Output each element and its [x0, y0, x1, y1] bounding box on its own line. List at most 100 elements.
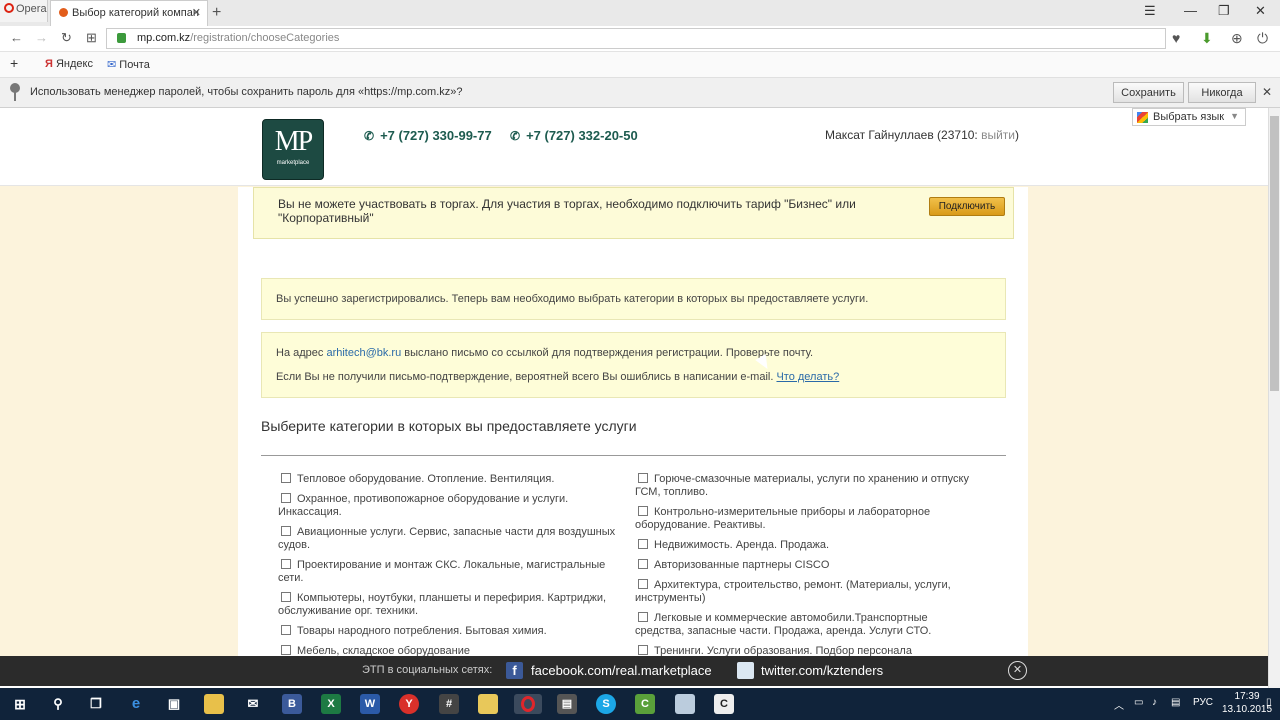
category-item[interactable]: Недвижимость. Аренда. Продажа.	[635, 539, 980, 552]
logout-link[interactable]: выйти	[981, 128, 1015, 142]
skype-icon[interactable]: S	[596, 694, 616, 714]
opera-icon[interactable]	[514, 694, 542, 714]
category-checkbox[interactable]	[638, 473, 648, 483]
save-password-button[interactable]: Сохранить	[1113, 82, 1184, 103]
opera-menu-button[interactable]: Opera	[0, 0, 48, 22]
categories-left-column: Тепловое оборудование. Отопление. Вентил…	[278, 473, 623, 656]
calculator-icon[interactable]: #	[439, 694, 459, 714]
category-item[interactable]: Архитектура, строительство, ремонт. (Мат…	[635, 579, 980, 605]
category-item[interactable]: Товары народного потребления. Бытовая хи…	[278, 625, 623, 638]
bookmark-yandex[interactable]: Я Яндекс	[45, 58, 93, 70]
notifications-icon[interactable]: ▤	[1171, 697, 1180, 708]
start-icon[interactable]: ⊞	[10, 694, 30, 714]
word-icon[interactable]: W	[360, 694, 380, 714]
scrollbar-thumb[interactable]	[1270, 116, 1279, 391]
category-checkbox[interactable]	[281, 592, 291, 602]
category-checkbox[interactable]	[281, 526, 291, 536]
mail-icon[interactable]: ✉	[243, 694, 263, 714]
browser-tab[interactable]: Выбор категорий компан ✕	[50, 0, 208, 26]
category-checkbox[interactable]	[281, 473, 291, 483]
category-checkbox[interactable]	[638, 579, 648, 589]
reload-icon[interactable]: ↻	[61, 30, 72, 46]
category-item[interactable]: Контрольно-измерительные приборы и лабор…	[635, 506, 980, 532]
category-item[interactable]: Авторизованные партнеры CISCO	[635, 559, 980, 572]
volume-icon[interactable]: ♪	[1152, 697, 1157, 708]
yandex-icon[interactable]: Y	[399, 694, 419, 714]
explorer-icon[interactable]	[204, 694, 224, 714]
category-checkbox[interactable]	[281, 625, 291, 635]
category-checkbox[interactable]	[638, 559, 648, 569]
add-bookmark-icon[interactable]: +	[10, 55, 18, 71]
category-item[interactable]: Компьютеры, ноутбуки, планшеты и перефир…	[278, 592, 623, 618]
category-item[interactable]: Охранное, противопожарное оборудование и…	[278, 493, 623, 519]
password-bar-close-icon[interactable]: ✕	[1262, 85, 1272, 99]
app-c-icon[interactable]: C	[714, 694, 734, 714]
restore-icon[interactable]: ❐	[1218, 3, 1230, 19]
excel-icon[interactable]: X	[321, 694, 341, 714]
category-item[interactable]: Авиационные услуги. Сервис, запасные час…	[278, 526, 623, 552]
bookmark-mail[interactable]: ✉ Почта	[107, 58, 150, 71]
folder-icon[interactable]	[478, 694, 498, 714]
site-header: MP marketplace ✆ +7 (727) 330-99-77 ✆ +7 (…	[0, 108, 1268, 186]
media-icon[interactable]: ▤	[557, 694, 577, 714]
social-label: ЭТП в социальных сетях:	[362, 664, 493, 676]
category-checkbox[interactable]	[281, 645, 291, 655]
category-item[interactable]: Мебель, складское оборудование	[278, 645, 623, 656]
category-checkbox[interactable]	[638, 645, 648, 655]
language-selector[interactable]: Выбрать язык ▼	[1132, 108, 1246, 126]
edge-icon[interactable]: e	[126, 694, 146, 714]
speed-dial-icon[interactable]: ⊞	[86, 30, 97, 46]
input-language[interactable]: РУС	[1193, 697, 1213, 708]
category-checkbox[interactable]	[638, 539, 648, 549]
window-close-icon[interactable]: ✕	[1255, 3, 1266, 19]
social-bar-close-icon[interactable]: ✕	[1008, 661, 1027, 680]
new-tab-button[interactable]: +	[212, 4, 221, 22]
tray-expand-icon[interactable]: ︿	[1114, 697, 1124, 712]
email-link[interactable]: arhitech@bk.ru	[326, 347, 401, 359]
green-app-icon[interactable]: C	[635, 694, 655, 714]
category-item[interactable]: Тренинги. Услуги образования. Подбор пер…	[635, 645, 980, 656]
tab-menu-icon[interactable]: ☰	[1144, 3, 1156, 19]
google-translate-icon	[1137, 112, 1148, 123]
password-manager-bar: Использовать менеджер паролей, чтобы сох…	[0, 78, 1280, 108]
back-icon[interactable]: ←	[10, 30, 23, 45]
category-item[interactable]: Проектирование и монтаж СКС. Локальные, …	[278, 559, 623, 585]
network-icon[interactable]: ▭	[1134, 697, 1143, 708]
search-icon[interactable]: ⚲	[48, 694, 68, 714]
system-clock[interactable]: 17:39 13.10.2015	[1222, 690, 1272, 716]
store-icon[interactable]: ▣	[164, 694, 184, 714]
site-logo[interactable]: MP marketplace	[262, 119, 324, 180]
category-checkbox[interactable]	[638, 612, 648, 622]
download-extension-icon[interactable]: ⬇	[1201, 30, 1213, 47]
facebook-link[interactable]: facebook.com/real.marketplace	[531, 663, 712, 678]
registration-success-message: Вы успешно зарегистрировались. Теперь ва…	[261, 278, 1006, 320]
what-to-do-link[interactable]: Что делать?	[776, 371, 839, 383]
category-item[interactable]: Легковые и коммерческие автомобили.Транс…	[635, 612, 980, 638]
address-bar[interactable]: mp.com.kz/registration/chooseCategories	[106, 28, 1166, 49]
task-view-icon[interactable]: ❐	[86, 694, 106, 714]
notes-icon[interactable]	[675, 694, 695, 714]
action-center-icon[interactable]: ▯	[1266, 697, 1272, 708]
tab-close-icon[interactable]: ✕	[192, 6, 201, 19]
download-icon[interactable]: ⊕	[1231, 30, 1243, 47]
category-checkbox[interactable]	[281, 493, 291, 503]
category-item[interactable]: Тепловое оборудование. Отопление. Вентил…	[278, 473, 623, 486]
connect-tariff-button[interactable]: Подключить	[929, 197, 1005, 216]
category-checkbox[interactable]	[638, 506, 648, 516]
category-checkbox[interactable]	[281, 559, 291, 569]
category-item[interactable]: Горюче-смазочные материалы, услуги по хр…	[635, 473, 980, 499]
power-icon[interactable]: ⏻	[1257, 30, 1268, 47]
user-info: Максат Гайнуллаев (23710: выйти)	[825, 128, 1019, 142]
twitter-icon[interactable]	[737, 662, 754, 679]
never-save-button[interactable]: Никогда	[1188, 82, 1256, 103]
tab-favicon-icon	[59, 8, 68, 17]
minimize-icon[interactable]: —	[1184, 3, 1197, 18]
forward-icon[interactable]: →	[35, 30, 48, 45]
app-b-icon[interactable]: B	[282, 694, 302, 714]
chevron-down-icon: ▼	[1230, 111, 1239, 121]
twitter-link[interactable]: twitter.com/kztenders	[761, 663, 883, 678]
facebook-icon[interactable]: f	[506, 662, 523, 679]
page-scrollbar[interactable]	[1268, 108, 1280, 688]
heart-icon[interactable]: ♥	[1172, 30, 1180, 46]
tariff-warning-text: Вы не можете участвовать в торгах. Для у…	[278, 197, 856, 225]
